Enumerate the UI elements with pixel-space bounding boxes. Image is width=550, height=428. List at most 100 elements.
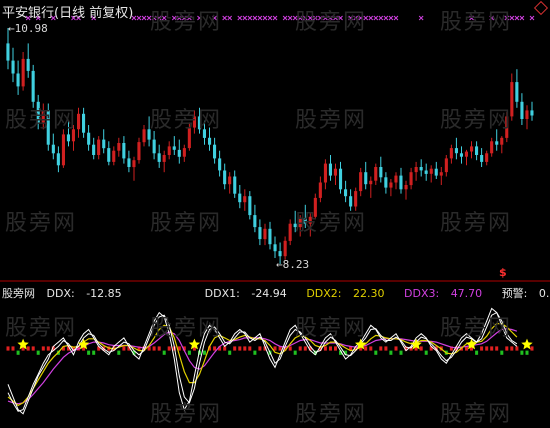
x-marker-icon (388, 15, 394, 21)
kline-chart (0, 15, 550, 415)
candle-body (77, 113, 81, 130)
red-bar (505, 346, 509, 351)
green-bar (374, 350, 378, 355)
candle-body (132, 160, 136, 168)
arrow-left-icon: ← (8, 22, 15, 35)
red-bar (258, 346, 262, 351)
low-price-value: 8.23 (282, 258, 310, 271)
candle-body (510, 82, 514, 117)
green-bar (36, 350, 40, 355)
green-bar (16, 350, 20, 355)
x-marker-icon (292, 15, 298, 21)
alert-label: 预警: (501, 287, 528, 300)
candle-body (333, 168, 337, 176)
x-marker-icon (307, 15, 313, 21)
x-marker-icon (282, 15, 288, 21)
red-bar (303, 346, 307, 351)
red-bar (334, 346, 337, 351)
candle-body (399, 175, 403, 190)
x-marker-icon (247, 15, 253, 21)
x-marker-icon (156, 15, 162, 21)
candle-body (434, 168, 438, 176)
candle-body (384, 177, 388, 188)
ddx3-readout: DDX3: 47.70 (404, 287, 490, 300)
red-bar (248, 346, 252, 351)
candle-body (41, 110, 45, 123)
x-marker-icon (469, 15, 474, 21)
candle-body (11, 60, 15, 74)
high-price-label: ←10.98 (8, 22, 48, 35)
candle-body (258, 227, 262, 240)
red-bar (379, 346, 383, 351)
alert-readout: 预警: 0.00 (502, 287, 550, 300)
candle-body (414, 167, 418, 173)
candle-body (21, 58, 25, 87)
candle-body (182, 148, 186, 157)
green-bar (92, 350, 96, 355)
green-bar (424, 350, 428, 355)
candle-body (429, 168, 433, 174)
green-bar (253, 350, 257, 355)
candle-body (500, 137, 504, 145)
x-marker-icon (393, 15, 399, 21)
x-marker-icon (257, 15, 263, 21)
candle-body (197, 116, 201, 130)
x-marker-icon (333, 15, 338, 21)
x-marker-icon (358, 15, 364, 21)
ddx-line (7, 307, 518, 415)
candle-body (122, 143, 126, 159)
candle-body (273, 244, 277, 252)
ddx-label: DDX: (46, 287, 75, 300)
candle-body (268, 228, 272, 245)
x-marker-icon (323, 15, 328, 21)
candle-body (288, 223, 292, 241)
candle-body (61, 134, 65, 166)
x-marker-icon (252, 15, 258, 21)
candle-body (298, 218, 302, 228)
green-bar (187, 350, 191, 355)
red-bar (419, 346, 423, 351)
candle-body (102, 139, 106, 149)
candle-body (369, 180, 373, 185)
red-bar (394, 346, 398, 351)
x-marker-icon (328, 15, 333, 21)
green-bar (87, 350, 91, 355)
red-bar (480, 346, 484, 351)
candle-body (36, 101, 40, 123)
candle-body (339, 168, 343, 190)
candle-body (127, 158, 131, 167)
x-marker-icon (237, 15, 243, 21)
x-marker-icon (348, 15, 353, 21)
candle-body (515, 82, 519, 102)
candle-body (409, 172, 413, 186)
x-marker-icon (297, 15, 303, 21)
red-bar (530, 346, 534, 351)
candle-body (323, 163, 327, 183)
red-bar (122, 346, 126, 351)
chart-title: 平安银行(日线 前复权) (2, 6, 134, 21)
candle-body (87, 132, 91, 145)
candle-body (238, 193, 242, 203)
x-marker-icon (504, 15, 510, 21)
red-bar (26, 346, 30, 351)
x-marker-icon (136, 15, 142, 21)
red-bar (243, 346, 247, 351)
red-bar (298, 346, 302, 351)
ddx1-line (7, 311, 518, 412)
candle-body (56, 153, 60, 166)
candle-body (424, 170, 428, 174)
candle-body (490, 141, 494, 154)
candle-body (344, 189, 348, 197)
candle-body (51, 144, 55, 154)
x-marker-icon (368, 15, 374, 21)
low-price-label: ←8.23 (276, 258, 309, 271)
candle-body (495, 141, 499, 145)
red-bar (6, 346, 10, 351)
candle-body (530, 110, 534, 116)
x-marker-icon (318, 15, 323, 21)
candle-body (107, 148, 111, 162)
indicator-header: 股旁网 DDX: -12.85 DDX1: -24.94 DDX2: 22.30… (2, 285, 550, 301)
red-bar (152, 346, 156, 351)
red-bar (238, 346, 242, 351)
candle-body (293, 223, 297, 228)
